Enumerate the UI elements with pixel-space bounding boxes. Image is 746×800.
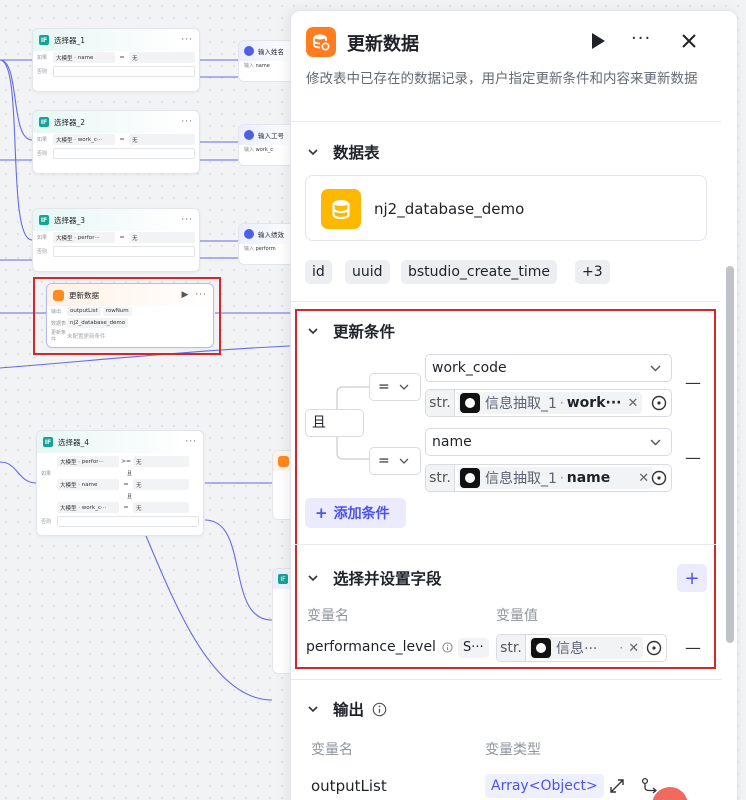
chevron-down-icon (650, 365, 661, 372)
variable-picker-icon[interactable] (646, 640, 662, 656)
remove-condition-button[interactable]: — (685, 373, 701, 392)
section-output-toggle[interactable]: 输出 (307, 698, 387, 720)
condition-field-select[interactable]: work_code (425, 354, 672, 382)
chevron-down-icon (308, 328, 318, 335)
chevron-down-icon (399, 458, 409, 464)
database-table-card[interactable]: nj2_database_demo (305, 175, 707, 241)
field-type-tag: S··· (458, 638, 489, 658)
condition-value-ref[interactable]: str. 信息抽取_1 · name ✕ (425, 464, 672, 492)
more-icon[interactable]: ··· (181, 35, 193, 45)
chevron-down-icon (650, 439, 661, 446)
type-tag: str. (426, 465, 455, 491)
database-name: nj2_database_demo (374, 200, 525, 218)
chevron-down-icon (308, 706, 318, 713)
more-icon[interactable]: ··· (185, 437, 197, 447)
field-chip: id (305, 260, 332, 284)
chevron-down-icon (399, 384, 409, 390)
if-icon: IF (39, 215, 49, 225)
field-chip: bstudio_create_time (401, 260, 557, 284)
chevron-down-icon (308, 149, 318, 156)
clear-icon[interactable]: ✕ (627, 396, 638, 411)
section-fields-toggle[interactable]: 选择并设置字段 (307, 567, 442, 589)
input-icon (244, 46, 254, 56)
clear-icon[interactable]: ✕ (628, 641, 639, 656)
variable-ref-chip: 信息··· · ✕ (529, 637, 644, 659)
if-icon: IF (43, 437, 53, 447)
selector-node-2[interactable]: IF 选择器_2 ··· 如果 大模型 · work_c··· = 无 否则 (32, 110, 200, 174)
condition-field-select[interactable]: name (425, 428, 672, 456)
selector-node-1[interactable]: IF 选择器_1 ··· 如果 大模型 · name = 无 否则 (32, 28, 200, 92)
operator-select[interactable]: = (369, 447, 421, 475)
more-icon[interactable]: ··· (631, 28, 651, 49)
field-chip-more[interactable]: +3 (575, 260, 610, 284)
if-icon: IF (39, 35, 49, 45)
input-node-work[interactable]: 输入工号 输入 work_c (238, 124, 294, 166)
expand-icon[interactable] (609, 778, 625, 794)
llm-avatar-icon (531, 638, 551, 658)
field-chip: uuid (345, 260, 390, 284)
panel-scrollbar[interactable] (726, 266, 734, 643)
canvas-highlight-frame (33, 277, 221, 355)
section-table-toggle[interactable]: 数据表 (307, 141, 380, 163)
field-name: performance_level (306, 639, 436, 655)
update-data-icon (306, 27, 336, 57)
input-node-perf[interactable]: 输入绩效 输入 perform (238, 223, 294, 265)
section-condition-toggle[interactable]: 更新条件 (307, 320, 395, 342)
condition-value-ref[interactable]: str. 信息抽取_1 · work··· ✕ (425, 389, 672, 417)
info-icon[interactable] (372, 702, 387, 717)
panel-description: 修改表中已存在的数据记录，用户指定更新条件和内容来更新数据 (306, 71, 698, 87)
llm-avatar-icon (460, 393, 480, 413)
info-icon[interactable] (442, 642, 453, 653)
variable-ref-chip: 信息抽取_1 · name ✕ (458, 467, 654, 489)
output-type-tag: Array<Object> (485, 774, 604, 798)
logic-select[interactable]: 且 (305, 409, 364, 437)
close-icon[interactable] (679, 31, 699, 51)
add-field-button[interactable]: + (677, 564, 707, 592)
type-tag: str. (497, 635, 526, 661)
add-condition-button[interactable]: + 添加条件 (305, 498, 406, 528)
input-icon (244, 229, 254, 239)
chevron-down-icon (308, 575, 318, 582)
if-icon: IF (278, 574, 288, 584)
variable-picker-icon[interactable] (651, 395, 667, 411)
panel-title: 更新数据 (347, 34, 419, 55)
input-node-name[interactable]: 输入姓名 输入 name (238, 40, 294, 82)
panel-header: 更新数据 ··· (291, 11, 737, 71)
variable-ref-chip: 信息抽取_1 · work··· ✕ (458, 392, 643, 414)
if-icon: IF (39, 117, 49, 127)
output-name: outputList (311, 777, 387, 795)
input-icon (244, 130, 254, 140)
operator-select[interactable]: = (369, 373, 421, 401)
run-icon[interactable] (589, 31, 607, 51)
node-config-panel: 更新数据 ··· 修改表中已存在的数据记录，用户指定更新条件和内容来更新数据 数… (290, 10, 738, 800)
remove-field-button[interactable]: — (685, 638, 701, 657)
update-data-icon (278, 455, 289, 467)
selector-node-3[interactable]: IF 选择器_3 ··· 如果 大模型 · perfor··· = 无 否则 (32, 208, 200, 272)
field-value-ref[interactable]: str. 信息··· · ✕ (496, 634, 667, 662)
remove-condition-button[interactable]: — (685, 448, 701, 467)
type-tag: str. (426, 390, 455, 416)
variable-picker-icon[interactable] (651, 470, 667, 486)
clear-icon[interactable]: ✕ (638, 471, 649, 486)
more-icon[interactable]: ··· (181, 117, 193, 127)
plus-icon: + (315, 504, 328, 522)
selector-node-4[interactable]: IF 选择器_4 ··· 大模型 · perfor··· >= 无 如果且 大模型… (36, 430, 204, 536)
llm-avatar-icon (460, 468, 480, 488)
more-icon[interactable]: ··· (181, 215, 193, 225)
plus-icon: + (684, 567, 700, 589)
database-icon (321, 189, 361, 229)
